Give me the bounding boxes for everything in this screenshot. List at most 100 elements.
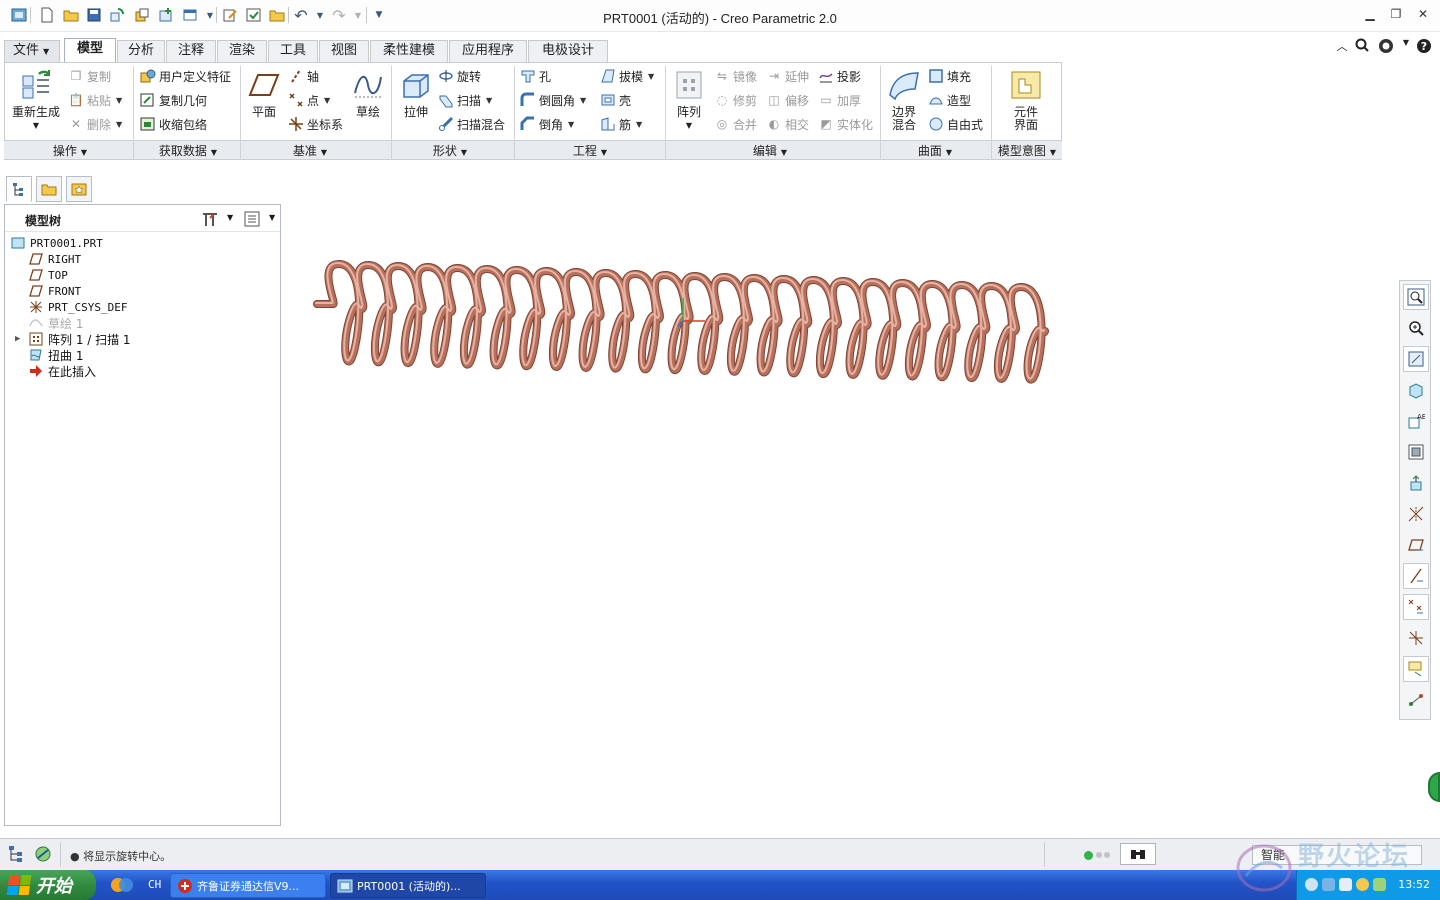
graphics-window[interactable] [285,176,1395,831]
tree-settings-dropdown[interactable]: ▼ [227,213,233,222]
axis-button[interactable]: 轴 [288,66,319,86]
component-interface-button[interactable]: 元件 界面 [1006,68,1046,132]
tab-file[interactable]: 文件 ▼ [4,40,60,62]
show-options-dropdown[interactable]: ▼ [269,213,275,222]
quick-launch-icon[interactable] [110,875,134,895]
sweep-button[interactable]: 扫描 ▼ [438,90,492,110]
tab-render[interactable]: 渲染 [217,40,267,62]
group-label-engineering[interactable]: 工程 ▼ [560,142,620,159]
point-button[interactable]: 点 ▼ [288,90,330,110]
tree-item-csys[interactable]: PRT_CSYS_DEF [29,299,127,315]
thicken-button[interactable]: ▭ 加厚 [818,90,861,110]
tree-item-sketch[interactable]: 草绘 1 [29,315,83,331]
search-icon[interactable] [1354,38,1370,54]
tree-item-right[interactable]: RIGHT [29,251,81,267]
folder-browser-tab-icon[interactable] [36,176,62,202]
expand-arrow-icon[interactable]: ▶ [15,334,27,344]
csys-tag-display-icon[interactable] [1403,625,1429,651]
tree-settings-icon[interactable] [201,210,219,231]
tab-analysis[interactable]: 分析 [117,40,165,62]
tab-electrode-design[interactable]: 电极设计 [528,40,608,62]
restore-button[interactable]: ❐ [1387,7,1405,23]
udf-button[interactable]: 用户定义特征 [140,66,231,86]
group-label-get-data[interactable]: 获取数据 ▼ [140,142,236,159]
show-options-icon[interactable] [243,210,261,231]
freestyle-button[interactable]: 自由式 [928,114,983,134]
tab-model[interactable]: 模型 [64,38,116,62]
mirror-button[interactable]: ⇋ 镜像 [714,66,757,86]
extrude-button[interactable]: 拉伸 [398,68,434,119]
tree-item-pattern[interactable]: ▶ 阵列 1 / 扫描 1 [15,331,131,347]
group-label-datum[interactable]: 基准 ▼ [280,142,340,159]
tab-tools[interactable]: 工具 [268,40,318,62]
tab-annotate[interactable]: 注释 [166,40,216,62]
taskbar-item-creo[interactable]: PRT0001 (活动的)... [330,873,486,898]
csys-display-icon[interactable] [1403,501,1429,527]
zoom-out-icon[interactable] [1403,346,1429,372]
zoom-in-icon[interactable] [1403,315,1429,341]
group-label-shapes[interactable]: 形状 ▼ [420,142,480,159]
point-display-icon[interactable] [1403,594,1429,620]
model-tree-tab-icon[interactable] [6,176,32,202]
regenerate-button[interactable]: 重新生成 ▼ [10,68,62,132]
tray-volume-icon[interactable] [1373,878,1386,891]
project-button[interactable]: 投影 [818,66,861,86]
rib-button[interactable]: 筋 ▼ [600,114,642,134]
start-button[interactable]: 开始 [0,870,96,900]
find-icon[interactable] [1120,843,1156,865]
browser-icon[interactable] [34,845,52,866]
offset-button[interactable]: ◫ 偏移 [766,90,809,110]
tree-item-top[interactable]: TOP [29,267,68,283]
spin-center-icon[interactable] [1403,687,1429,713]
merge-button[interactable]: ◎ 合并 [714,114,757,134]
side-panel-handle[interactable] [1428,772,1440,802]
pattern-button[interactable]: 阵列 ▼ [672,68,706,132]
group-label-surfaces[interactable]: 曲面 ▼ [905,142,965,159]
community-dropdown[interactable]: ▼ [1398,38,1414,54]
tree-item-warp[interactable]: 扭曲 1 [29,347,83,363]
swept-tube-body[interactable] [314,261,1048,383]
tray-network-icon[interactable] [1322,878,1335,891]
minimize-button[interactable]: ▁ [1361,7,1379,23]
axis-display-icon[interactable] [1403,563,1429,589]
tab-applications[interactable]: 应用程序 [449,40,527,62]
community-icon[interactable] [1378,38,1394,54]
copy-button[interactable]: ❐ 复制 [68,66,111,86]
favorites-tab-icon[interactable] [66,176,92,202]
tray-clock-icon[interactable] [1305,878,1318,891]
close-button[interactable]: ✕ [1414,7,1432,23]
help-icon[interactable]: ? [1416,38,1432,54]
shrinkwrap-button[interactable]: 收缩包络 [140,114,207,134]
swept-blend-button[interactable]: 扫描混合 [438,114,505,134]
display-style-icon[interactable] [1403,470,1429,496]
plane-button[interactable]: 平面 [246,68,282,119]
hole-button[interactable]: 孔 [520,66,551,86]
selection-filter[interactable]: 智能 [1252,845,1422,865]
tree-item-insert-here[interactable]: 在此插入 [29,363,96,379]
tray-update-icon[interactable] [1356,878,1369,891]
fill-button[interactable]: 填充 [928,66,971,86]
annotation-display-icon[interactable] [1403,656,1429,682]
draft-button[interactable]: 拔模 ▼ [600,66,654,86]
csys-button[interactable]: 坐标系 [288,114,343,134]
minimize-ribbon-icon[interactable]: ︿ [1334,38,1350,54]
shell-button[interactable]: 壳 [600,90,631,110]
saved-views-icon[interactable] [1403,439,1429,465]
chamfer-button[interactable]: 倒角 ▼ [520,114,574,134]
trim-button[interactable]: ◌ 修剪 [714,90,757,110]
copy-geometry-button[interactable]: 复制几何 [140,90,207,110]
tray-shield-icon[interactable] [1339,878,1352,891]
refit-icon[interactable] [1403,284,1429,310]
paste-button[interactable]: 📋 粘贴 ▼ [68,90,123,110]
round-button[interactable]: 倒圆角 ▼ [520,90,586,110]
revolve-button[interactable]: 旋转 [438,66,481,86]
tree-item-front[interactable]: FRONT [29,283,81,299]
sketch-button[interactable]: 草绘 [350,68,386,119]
solidify-button[interactable]: ◩ 实体化 [818,114,873,134]
tab-flexible-modeling[interactable]: 柔性建模 [370,40,448,62]
group-label-editing[interactable]: 编辑 ▼ [740,142,800,159]
reorient-icon[interactable]: AB [1403,408,1429,434]
group-label-operations[interactable]: 操作 ▼ [30,142,110,159]
model-view[interactable] [285,176,1395,831]
tab-view[interactable]: 视图 [319,40,369,62]
